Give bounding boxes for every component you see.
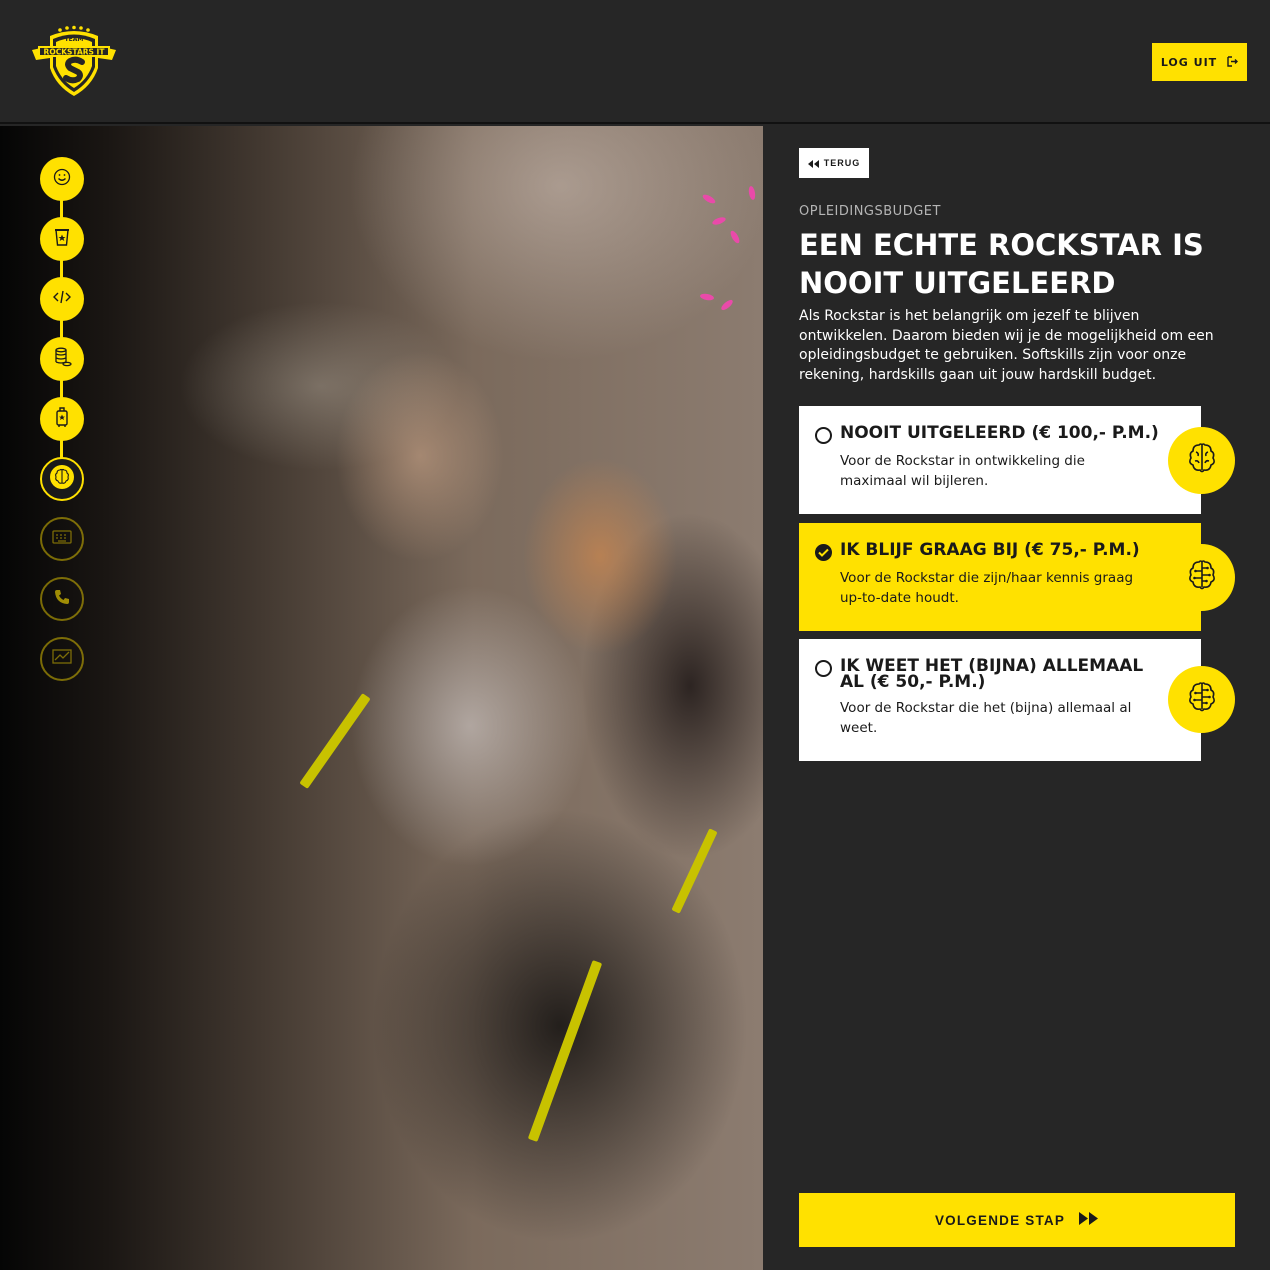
option-card[interactable]: IK WEET HET (BIJNA) ALLEMAAL AL (€ 50,- … [799,639,1235,761]
step-smiley[interactable] [40,157,84,201]
back-label: TERUG [823,158,861,168]
smiley-icon [53,168,71,190]
option-badge [1168,427,1235,494]
option-description: Voor de Rockstar in ontwikkeling die max… [840,453,1085,489]
brain-circuit-icon [1179,553,1225,603]
logout-label: LOG UIT [1160,55,1218,69]
rockstars-logo[interactable]: ROCKSTARS IT TEAM [30,24,118,100]
intro-text: Als Rockstar is het belangrijk om jezelf… [799,308,1214,383]
code-icon [52,288,72,310]
cup-star-icon [53,227,71,251]
rewind-icon [807,156,819,171]
step-luggage[interactable] [40,397,84,441]
section-eyebrow: OPLEIDINGSBUDGET [799,204,941,219]
header: ROCKSTARS IT TEAM LOG UIT [0,0,1270,124]
radio-button-checked[interactable] [815,544,832,561]
step-brain[interactable] [40,457,84,501]
svg-text:TEAM: TEAM [65,36,84,43]
logout-button[interactable]: LOG UIT [1152,43,1247,81]
step-cup[interactable] [40,217,84,261]
step-coins[interactable] [40,337,84,381]
next-step-button[interactable]: VOLGENDE STAP [799,1193,1235,1247]
step-code[interactable] [40,277,84,321]
brain-circuit-icon [1179,675,1225,725]
radio-button[interactable] [815,427,832,444]
next-step-label: VOLGENDE STAP [934,1212,1066,1228]
option-badge [1168,666,1235,733]
phone-icon [53,588,71,610]
option-card-selected[interactable]: IK BLIJF GRAAG BIJ (€ 75,- P.M.) Voor de… [799,523,1235,631]
keyboard-icon [51,529,73,549]
option-description: Voor de Rockstar die het (bijna) allemaa… [840,700,1132,736]
option-title: NOOIT UITGELEERD (€ 100,- P.M.) [840,423,1159,443]
option-card[interactable]: NOOIT UITGELEERD (€ 100,- P.M.) Voor de … [799,406,1235,514]
option-badge [1168,544,1235,611]
svg-text:ROCKSTARS IT: ROCKSTARS IT [44,48,106,57]
fast-forward-icon [1079,1212,1099,1228]
chart-icon [51,648,73,670]
step-keyboard[interactable] [40,517,84,561]
coins-icon [52,346,72,372]
logout-icon [1227,55,1239,70]
step-phone[interactable] [40,577,84,621]
page-title: EEN ECHTE ROCKSTAR IS NOOIT UITGELEERD [799,228,1204,300]
luggage-star-icon [54,406,70,432]
brain-icon [1179,436,1225,486]
progress-steps [40,157,84,681]
content-panel: TERUG OPLEIDINGSBUDGET EEN ECHTE ROCKSTA… [763,126,1270,1270]
radio-button[interactable] [815,660,832,677]
option-description: Voor de Rockstar die zijn/haar kennis gr… [840,570,1134,606]
brain-icon [49,464,75,494]
option-title: IK BLIJF GRAAG BIJ (€ 75,- P.M.) [840,540,1140,560]
hero-photo [0,126,763,1270]
option-title: IK WEET HET (BIJNA) ALLEMAAL AL (€ 50,- … [840,656,1144,692]
step-chart[interactable] [40,637,84,681]
back-button[interactable]: TERUG [799,148,869,178]
